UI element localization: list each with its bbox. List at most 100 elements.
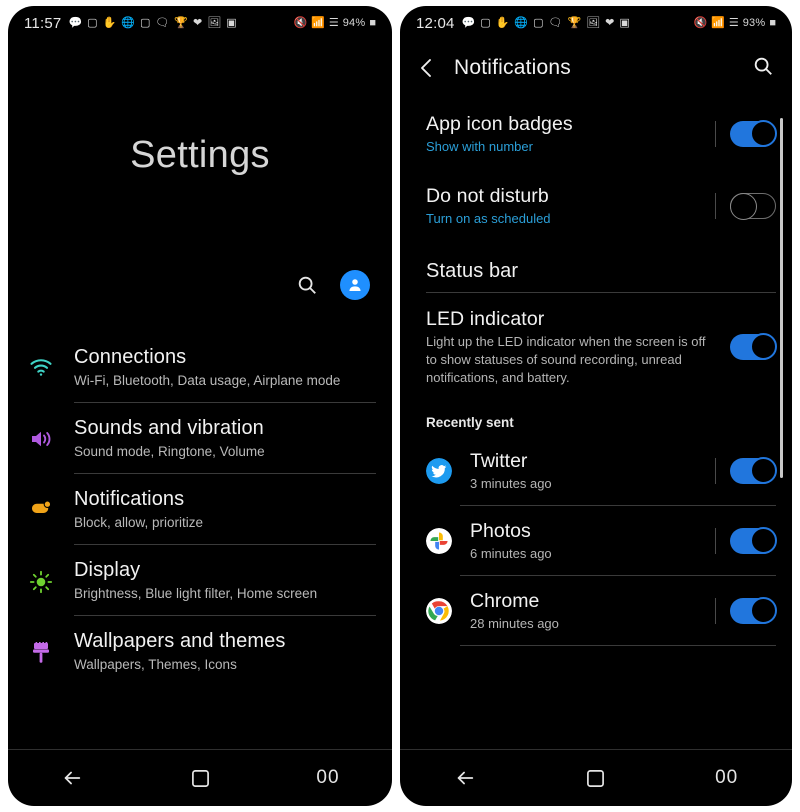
toggle-knob xyxy=(750,333,777,360)
app-time: 28 minutes ago xyxy=(470,616,559,631)
settings-item-title: Wallpapers and themes xyxy=(74,630,286,652)
home-square-icon[interactable] xyxy=(160,756,240,800)
wifi-icon: 📶 xyxy=(311,16,325,29)
app-time: 3 minutes ago xyxy=(470,476,552,491)
home-square-icon[interactable] xyxy=(556,756,636,800)
setting-row-app-icon-badges[interactable]: App icon badges Show with number xyxy=(400,98,792,170)
heart-icon: ❤ xyxy=(193,16,203,29)
toggle-led-indicator[interactable] xyxy=(730,333,777,360)
battery-icon: ■ xyxy=(369,16,376,29)
app-row-twitter[interactable]: Twitter 3 minutes ago xyxy=(400,436,792,506)
hand-icon: ✋ xyxy=(102,16,117,29)
twitter-icon xyxy=(416,458,462,484)
app-row-chrome[interactable]: Chrome 28 minutes ago xyxy=(400,576,792,646)
status-bar-right: 12:04 💬 ▢ ✋ 🌐 ▢ 🗨 🏆 🖼 ❤ ▣ 🔇 📶 ☰ 93% ■ xyxy=(400,6,792,40)
toggle-wrap xyxy=(730,333,777,360)
back-arrow-icon[interactable] xyxy=(425,756,505,800)
toggle-knob xyxy=(730,193,757,220)
status-bar-left: 11:57 💬 ▢ ✋ 🌐 ▢ 🗨 🏆 ❤ 🖼 ▣ 🔇 📶 ☰ 94% ■ xyxy=(8,6,392,40)
app-icon: ▣ xyxy=(619,16,630,29)
battery-icon: ■ xyxy=(769,16,776,29)
setting-subtitle: Show with number xyxy=(426,139,533,154)
volume-icon xyxy=(8,416,74,450)
toggle-do-not-disturb[interactable] xyxy=(730,193,776,220)
toggle-separator xyxy=(715,528,716,554)
hand-icon: ✋ xyxy=(495,16,510,29)
navigation-bar-right: 00 xyxy=(400,749,792,806)
setting-row-do-not-disturb[interactable]: Do not disturb Turn on as scheduled xyxy=(400,170,792,242)
recents-button[interactable]: 00 xyxy=(687,756,767,800)
heart-icon: ❤ xyxy=(605,16,615,29)
account-avatar-icon[interactable] xyxy=(340,270,370,300)
notifications-scroll-area[interactable]: App icon badges Show with number Do not … xyxy=(400,98,792,750)
setting-title: LED indicator xyxy=(426,308,545,330)
settings-list: Connections Wi-Fi, Bluetooth, Data usage… xyxy=(8,332,392,687)
photo-icon: 🖼 xyxy=(207,16,222,29)
toggle-app-icon-badges[interactable] xyxy=(730,120,777,147)
phone-left-settings: 11:57 💬 ▢ ✋ 🌐 ▢ 🗨 🏆 ❤ 🖼 ▣ 🔇 📶 ☰ 94% ■ Se… xyxy=(8,6,392,806)
search-icon[interactable] xyxy=(752,55,774,82)
toggle-separator xyxy=(715,121,716,147)
setting-subtitle: Light up the LED indicator when the scre… xyxy=(426,334,706,385)
status-bar-notification-icons: 💬 ▢ ✋ 🌐 ▢ 🗨 🏆 🖼 ❤ ▣ xyxy=(462,16,630,29)
toggle-separator xyxy=(715,598,716,624)
globe-icon: 🌐 xyxy=(514,16,529,29)
settings-item-subtitle: Wallpapers, Themes, Icons xyxy=(74,657,237,672)
status-bar-notification-icons: 💬 ▢ ✋ 🌐 ▢ 🗨 🏆 ❤ 🖼 ▣ xyxy=(68,16,237,29)
settings-item-title: Notifications xyxy=(74,488,185,510)
scrollbar[interactable] xyxy=(780,118,783,478)
setting-title: App icon badges xyxy=(426,113,573,135)
navigation-bar-left: 00 xyxy=(8,749,392,806)
settings-item-subtitle: Block, allow, prioritize xyxy=(74,515,204,530)
photo-icon: 🖼 xyxy=(586,16,601,29)
google-photos-icon xyxy=(416,528,462,554)
toggle-photos[interactable] xyxy=(730,527,777,554)
back-arrow-icon[interactable] xyxy=(32,756,112,800)
page-title: Settings xyxy=(130,134,270,176)
app-icon: ▣ xyxy=(226,16,237,29)
back-chevron-icon[interactable] xyxy=(418,57,444,79)
instagram-icon: ▢ xyxy=(480,16,491,29)
toggle-wrap xyxy=(715,193,776,220)
settings-item-wallpapers-and-themes[interactable]: Wallpapers and themes Wallpapers, Themes… xyxy=(8,616,392,687)
toggle-wrap xyxy=(715,527,777,554)
toggle-knob xyxy=(750,597,777,624)
settings-item-subtitle: Sound mode, Ringtone, Volume xyxy=(74,444,265,459)
toggle-wrap xyxy=(715,457,777,484)
setting-row-led-indicator[interactable]: LED indicator Light up the LED indicator… xyxy=(400,293,792,401)
recents-button[interactable]: 00 xyxy=(288,756,368,800)
setting-subtitle: Turn on as scheduled xyxy=(426,211,551,226)
status-bar-system-icons: 🔇 📶 ☰ 94% ■ xyxy=(293,16,376,29)
header-actions xyxy=(296,270,370,300)
toggle-knob xyxy=(750,527,777,554)
status-bar-system-icons: 🔇 📶 ☰ 93% ■ xyxy=(693,16,776,29)
notifications-header: Notifications xyxy=(400,42,792,94)
settings-item-subtitle: Brightness, Blue light filter, Home scre… xyxy=(74,586,318,601)
signal-icon: ☰ xyxy=(328,16,339,29)
paint-roller-icon xyxy=(8,629,74,665)
battery-percent-label: 93% xyxy=(742,16,766,29)
settings-item-sounds-and-vibration[interactable]: Sounds and vibration Sound mode, Rington… xyxy=(8,403,392,474)
settings-item-title: Connections xyxy=(74,346,187,368)
settings-item-connections[interactable]: Connections Wi-Fi, Bluetooth, Data usage… xyxy=(8,332,392,403)
wifi-icon xyxy=(8,345,74,377)
toggle-twitter[interactable] xyxy=(730,457,777,484)
section-header-label: Status bar xyxy=(426,260,519,282)
speech-icon: 🗨 xyxy=(155,16,170,29)
mute-icon: 🔇 xyxy=(693,16,708,29)
section-header-recently-sent: Recently sent xyxy=(426,415,514,430)
signal-icon: ☰ xyxy=(728,16,739,29)
section-header-status-bar[interactable]: Status bar xyxy=(400,242,792,293)
app-row-photos[interactable]: Photos 6 minutes ago xyxy=(400,506,792,576)
toggle-chrome[interactable] xyxy=(730,597,777,624)
settings-item-notifications[interactable]: Notifications Block, allow, prioritize xyxy=(8,474,392,545)
instagram-icon: ▢ xyxy=(139,16,151,29)
toggle-wrap xyxy=(715,120,777,147)
screenshot-stage: 11:57 💬 ▢ ✋ 🌐 ▢ 🗨 🏆 ❤ 🖼 ▣ 🔇 📶 ☰ 94% ■ Se… xyxy=(0,0,800,812)
globe-icon: 🌐 xyxy=(121,16,135,29)
search-icon[interactable] xyxy=(296,274,318,296)
settings-item-title: Sounds and vibration xyxy=(74,417,264,439)
toggle-wrap xyxy=(715,597,777,624)
settings-item-display[interactable]: Display Brightness, Blue light filter, H… xyxy=(8,545,392,616)
battery-percent-label: 94% xyxy=(342,16,366,29)
